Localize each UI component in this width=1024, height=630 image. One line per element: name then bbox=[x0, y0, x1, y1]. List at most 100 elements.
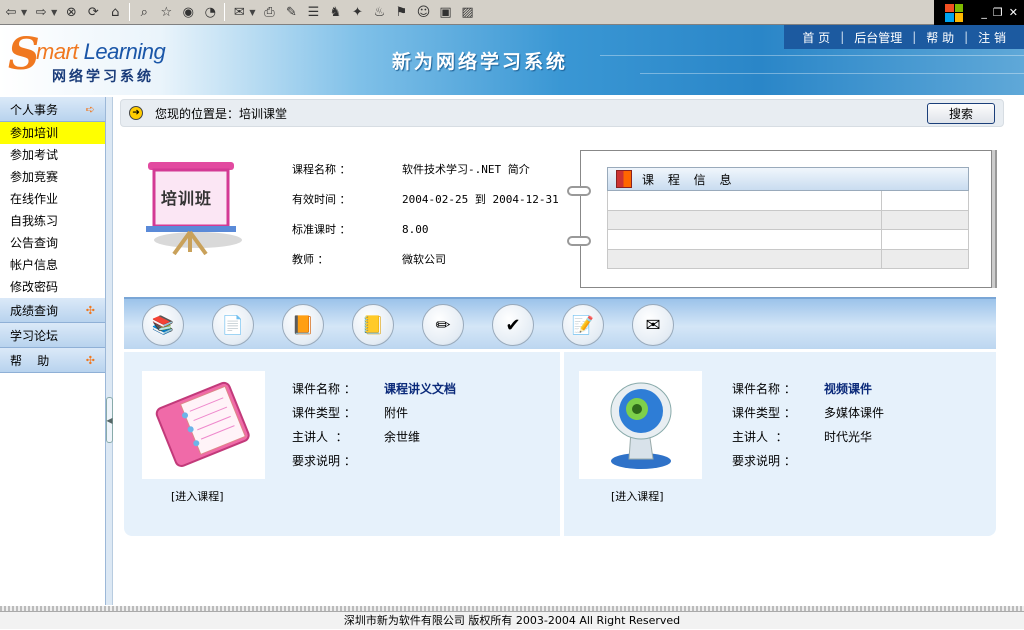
sidebar-item-contest[interactable]: 参加竞赛 bbox=[0, 166, 105, 188]
mail-icon[interactable]: ✉ bbox=[229, 2, 249, 22]
history-icon[interactable]: ◔ bbox=[200, 2, 220, 22]
sidebar-section-forum[interactable]: 学习论坛 bbox=[0, 323, 105, 348]
ring-icon bbox=[567, 236, 591, 246]
logo-wordmark: mart Learning bbox=[36, 39, 166, 65]
edit-icon[interactable]: ✎ bbox=[281, 2, 301, 22]
planner-icon[interactable] bbox=[142, 371, 265, 479]
sidebar-section-scores[interactable]: 成绩查询 ✣ bbox=[0, 298, 105, 323]
info-label: 标准课时 ： bbox=[292, 223, 351, 236]
info-row-standard-hours: 标准课时 ： 8.00 bbox=[292, 221, 429, 237]
sidebar-section-label: 成绩查询 bbox=[10, 303, 59, 318]
sidebar-item-announcements[interactable]: 公告查询 bbox=[0, 232, 105, 254]
course-card-video: [进入课程] 课件名称 ：视频课件 课件类型 ：多媒体课件 主讲人 ：时代光华 … bbox=[564, 352, 996, 536]
course-title: 视频课件 bbox=[824, 382, 873, 396]
tool1-icon[interactable]: ✦ bbox=[347, 2, 367, 22]
ring-icon bbox=[567, 186, 591, 196]
forward-dropdown-icon[interactable]: ▼ bbox=[51, 8, 57, 17]
sidebar-item-homework[interactable]: 在线作业 bbox=[0, 188, 105, 210]
stop-icon[interactable]: ⊗ bbox=[61, 2, 81, 22]
location-text: 您现的位置是：培训课堂 bbox=[155, 106, 288, 121]
tool4-icon[interactable]: ▣ bbox=[435, 2, 455, 22]
info-label: 有效时间 ： bbox=[292, 193, 351, 206]
logo-mart: mart bbox=[36, 39, 79, 64]
search-icon[interactable]: ⌕ bbox=[134, 2, 154, 22]
table-row bbox=[607, 210, 969, 230]
orange-book-icon[interactable]: 📙 bbox=[282, 304, 324, 346]
enter-course-link[interactable]: [进入课程] bbox=[611, 488, 664, 504]
info-label: 教师 ： bbox=[292, 253, 329, 266]
home-icon[interactable]: ⌂ bbox=[105, 2, 125, 22]
sidebar-section-label: 帮 助 bbox=[10, 353, 50, 368]
favorites-icon[interactable]: ☆ bbox=[156, 2, 176, 22]
messenger-icon[interactable]: ♞ bbox=[325, 2, 345, 22]
forward-icon[interactable]: ⇨ bbox=[31, 2, 51, 22]
writing-icon[interactable]: 📝 bbox=[562, 304, 604, 346]
course-info-table: 课 程 信 息 bbox=[607, 167, 969, 269]
nav-help[interactable]: 帮 助 bbox=[916, 29, 964, 46]
field-label: 课件类型 ： bbox=[732, 406, 796, 420]
arrow-right-icon: ➜ bbox=[129, 106, 143, 120]
location-bar: ➜ 您现的位置是：培训课堂 搜索 bbox=[120, 99, 1004, 127]
notebook-icon[interactable]: 📒 bbox=[352, 304, 394, 346]
back-icon[interactable]: ⇦ bbox=[1, 2, 21, 22]
restore-icon[interactable]: ❐ bbox=[993, 6, 1003, 19]
top-nav: 首 页 | 后台管理 | 帮 助 | 注 销 bbox=[784, 25, 1024, 49]
sidebar-item-practice[interactable]: 自我练习 bbox=[0, 210, 105, 232]
refresh-icon[interactable]: ⟳ bbox=[83, 2, 103, 22]
nav-logout[interactable]: 注 销 bbox=[968, 29, 1016, 46]
system-title: 新为网络学习系统 bbox=[392, 51, 569, 73]
field-label: 课件名称 ： bbox=[732, 382, 796, 396]
minimize-icon[interactable]: _ bbox=[981, 6, 987, 19]
sidebar-section-personal[interactable]: 个人事务 ➪ bbox=[0, 97, 105, 122]
nav-home[interactable]: 首 页 bbox=[792, 29, 840, 46]
field-value: 附件 bbox=[384, 406, 409, 420]
sidebar-item-password[interactable]: 修改密码 bbox=[0, 276, 105, 298]
table-row bbox=[607, 230, 969, 250]
footer: 深圳市新为软件有限公司 版权所有 2003-2004 All Right Res… bbox=[0, 611, 1024, 629]
tool2-icon[interactable]: ♨ bbox=[369, 2, 389, 22]
checklist-icon[interactable]: ✔ bbox=[492, 304, 534, 346]
media-icon[interactable]: ◉ bbox=[178, 2, 198, 22]
field-label: 主讲人 ： bbox=[732, 430, 788, 444]
field-label: 主讲人 ： bbox=[292, 430, 348, 444]
document-icon[interactable]: 📄 bbox=[212, 304, 254, 346]
mail-dropdown-icon[interactable]: ▼ bbox=[249, 8, 255, 17]
close-icon[interactable]: ✕ bbox=[1009, 6, 1018, 19]
logo-subtitle: 网络学习系统 bbox=[52, 69, 154, 85]
webcam-icon[interactable] bbox=[579, 371, 702, 479]
collapse-handle-icon[interactable]: ◀ bbox=[106, 397, 113, 443]
sidebar-section-help[interactable]: 帮 助 ✣ bbox=[0, 348, 105, 373]
sidebar-item-exam[interactable]: 参加考试 bbox=[0, 144, 105, 166]
table-row bbox=[607, 191, 969, 211]
enter-course-link[interactable]: [进入课程] bbox=[171, 488, 224, 504]
print-icon[interactable]: ⎙ bbox=[259, 2, 279, 22]
back-dropdown-icon[interactable]: ▼ bbox=[21, 8, 27, 17]
header-banner: S mart Learning 网络学习系统 新为网络学习系统 首 页 | 后台管… bbox=[0, 25, 1024, 95]
info-label: 课程名称 ： bbox=[292, 163, 351, 176]
decor-line bbox=[600, 55, 1024, 56]
sidebar-section-label: 个人事务 bbox=[10, 102, 59, 117]
sidebar-splitter[interactable]: ◀ bbox=[106, 97, 113, 605]
envelope-icon[interactable]: ✉ bbox=[632, 304, 674, 346]
qq-icon[interactable]: ☺ bbox=[413, 2, 433, 22]
field-label: 要求说明 ： bbox=[292, 454, 356, 468]
course-info-title: 课 程 信 息 bbox=[642, 172, 737, 187]
toolbar-separator bbox=[129, 3, 131, 21]
pencil-cup-icon[interactable]: ✏ bbox=[422, 304, 464, 346]
logo: S mart Learning 网络学习系统 bbox=[8, 29, 178, 89]
course-field: 课件名称 ： 视频课件 bbox=[732, 380, 872, 397]
sidebar-item-account[interactable]: 帐户信息 bbox=[0, 254, 105, 276]
books-icon[interactable]: 📚 bbox=[142, 304, 184, 346]
tool3-icon[interactable]: ⚑ bbox=[391, 2, 411, 22]
field-label: 要求说明 ： bbox=[732, 454, 796, 468]
info-value: 2004-02-25 到 2004-12-31 bbox=[402, 193, 559, 206]
training-board-icon: 培训班 bbox=[140, 156, 246, 256]
discuss-icon[interactable]: ☰ bbox=[303, 2, 323, 22]
nav-admin[interactable]: 后台管理 bbox=[844, 29, 912, 46]
toolbar-separator bbox=[224, 3, 226, 21]
tool5-icon[interactable]: ▨ bbox=[457, 2, 477, 22]
search-button[interactable]: 搜索 bbox=[927, 103, 995, 124]
sidebar-item-training[interactable]: 参加培训 bbox=[0, 122, 105, 144]
course-title: 课程讲义文档 bbox=[384, 382, 457, 396]
info-row-teacher: 教师 ： 微软公司 bbox=[292, 251, 446, 267]
